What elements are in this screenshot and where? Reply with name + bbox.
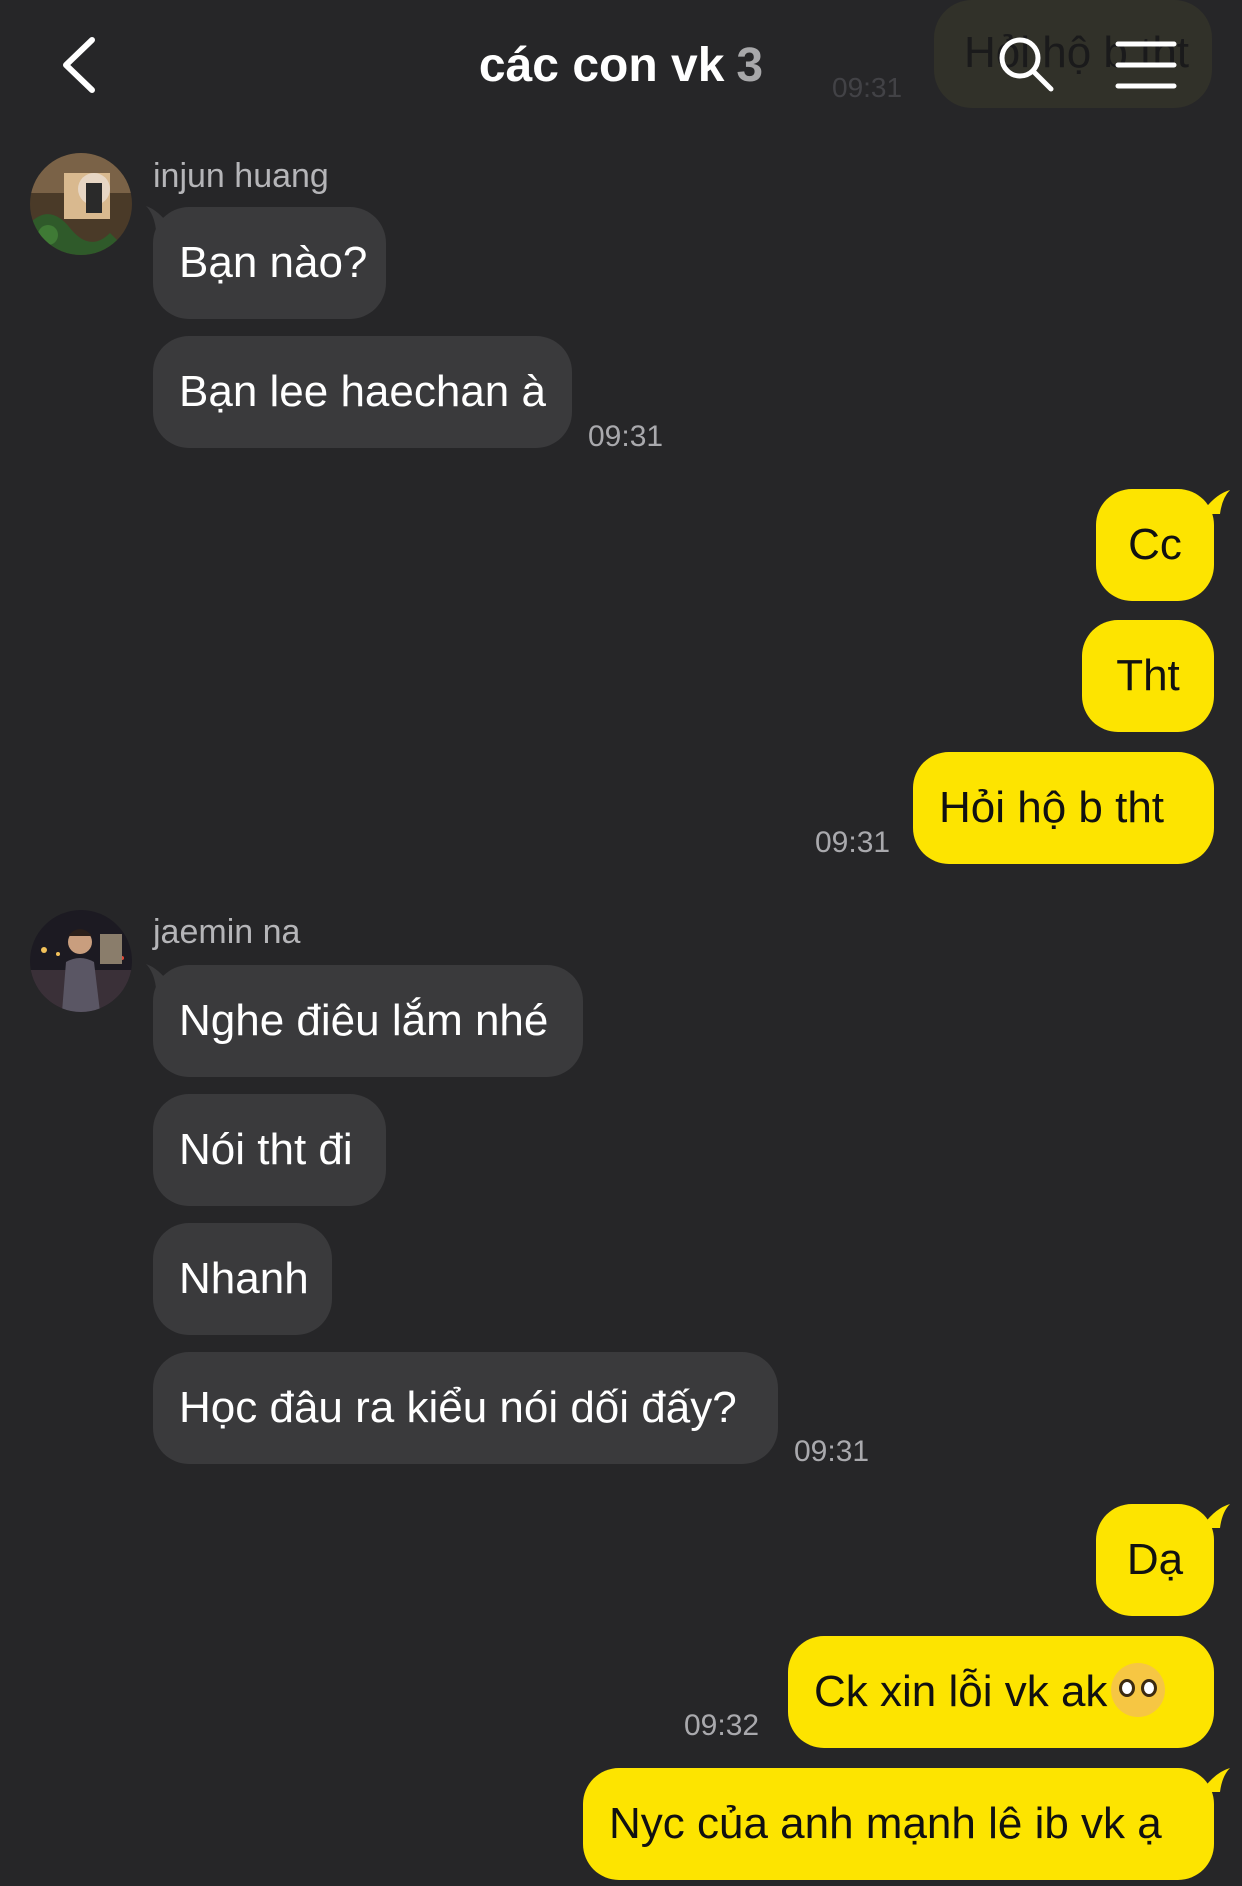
outgoing-message[interactable]: Cc: [1096, 489, 1214, 601]
message-timestamp: 09:31: [588, 420, 664, 453]
hamburger-menu-icon: [1115, 41, 1177, 89]
message-timestamp: 09:31: [815, 826, 891, 859]
incoming-message[interactable]: Nói tht đi: [153, 1094, 386, 1206]
chat-header: Hỏi hộ b tht 09:31 các con vk 3: [0, 0, 1242, 140]
outgoing-message[interactable]: Nyc của anh mạnh lê ib vk ạ: [583, 1768, 1214, 1880]
member-count: 3: [736, 39, 764, 92]
sender-name: jaemin na: [153, 913, 301, 951]
chat-title-text: các con vk: [478, 39, 725, 92]
avatar-jaemin-na[interactable]: [30, 910, 132, 1012]
incoming-message[interactable]: Bạn nào?: [153, 207, 386, 319]
message-timestamp: 09:32: [684, 1709, 760, 1742]
incoming-message[interactable]: Nhanh: [153, 1223, 332, 1335]
menu-button[interactable]: [1114, 38, 1178, 92]
search-icon: [999, 37, 1054, 92]
incoming-message[interactable]: Nghe điêu lắm nhé: [153, 965, 583, 1077]
incoming-message[interactable]: Bạn lee haechan à: [153, 336, 572, 448]
outgoing-message[interactable]: Dạ: [1096, 1504, 1214, 1616]
sender-name: injun huang: [153, 157, 329, 195]
outgoing-message[interactable]: Tht: [1082, 620, 1214, 732]
search-button[interactable]: [996, 34, 1056, 94]
pleading-face-emoji-icon: [1111, 1663, 1166, 1718]
avatar-injun-huang[interactable]: [30, 153, 132, 255]
outgoing-message-text: Ck xin lỗi vk ak: [814, 1667, 1108, 1716]
incoming-message[interactable]: Học đâu ra kiểu nói dối đấy?: [153, 1352, 778, 1464]
profile-photo-icon: [30, 153, 132, 255]
profile-photo-icon: [30, 910, 132, 1012]
message-timestamp: 09:31: [794, 1435, 870, 1468]
outgoing-message[interactable]: Hỏi hộ b tht: [913, 752, 1214, 864]
outgoing-message[interactable]: Ck xin lỗi vk ak: [788, 1636, 1214, 1748]
